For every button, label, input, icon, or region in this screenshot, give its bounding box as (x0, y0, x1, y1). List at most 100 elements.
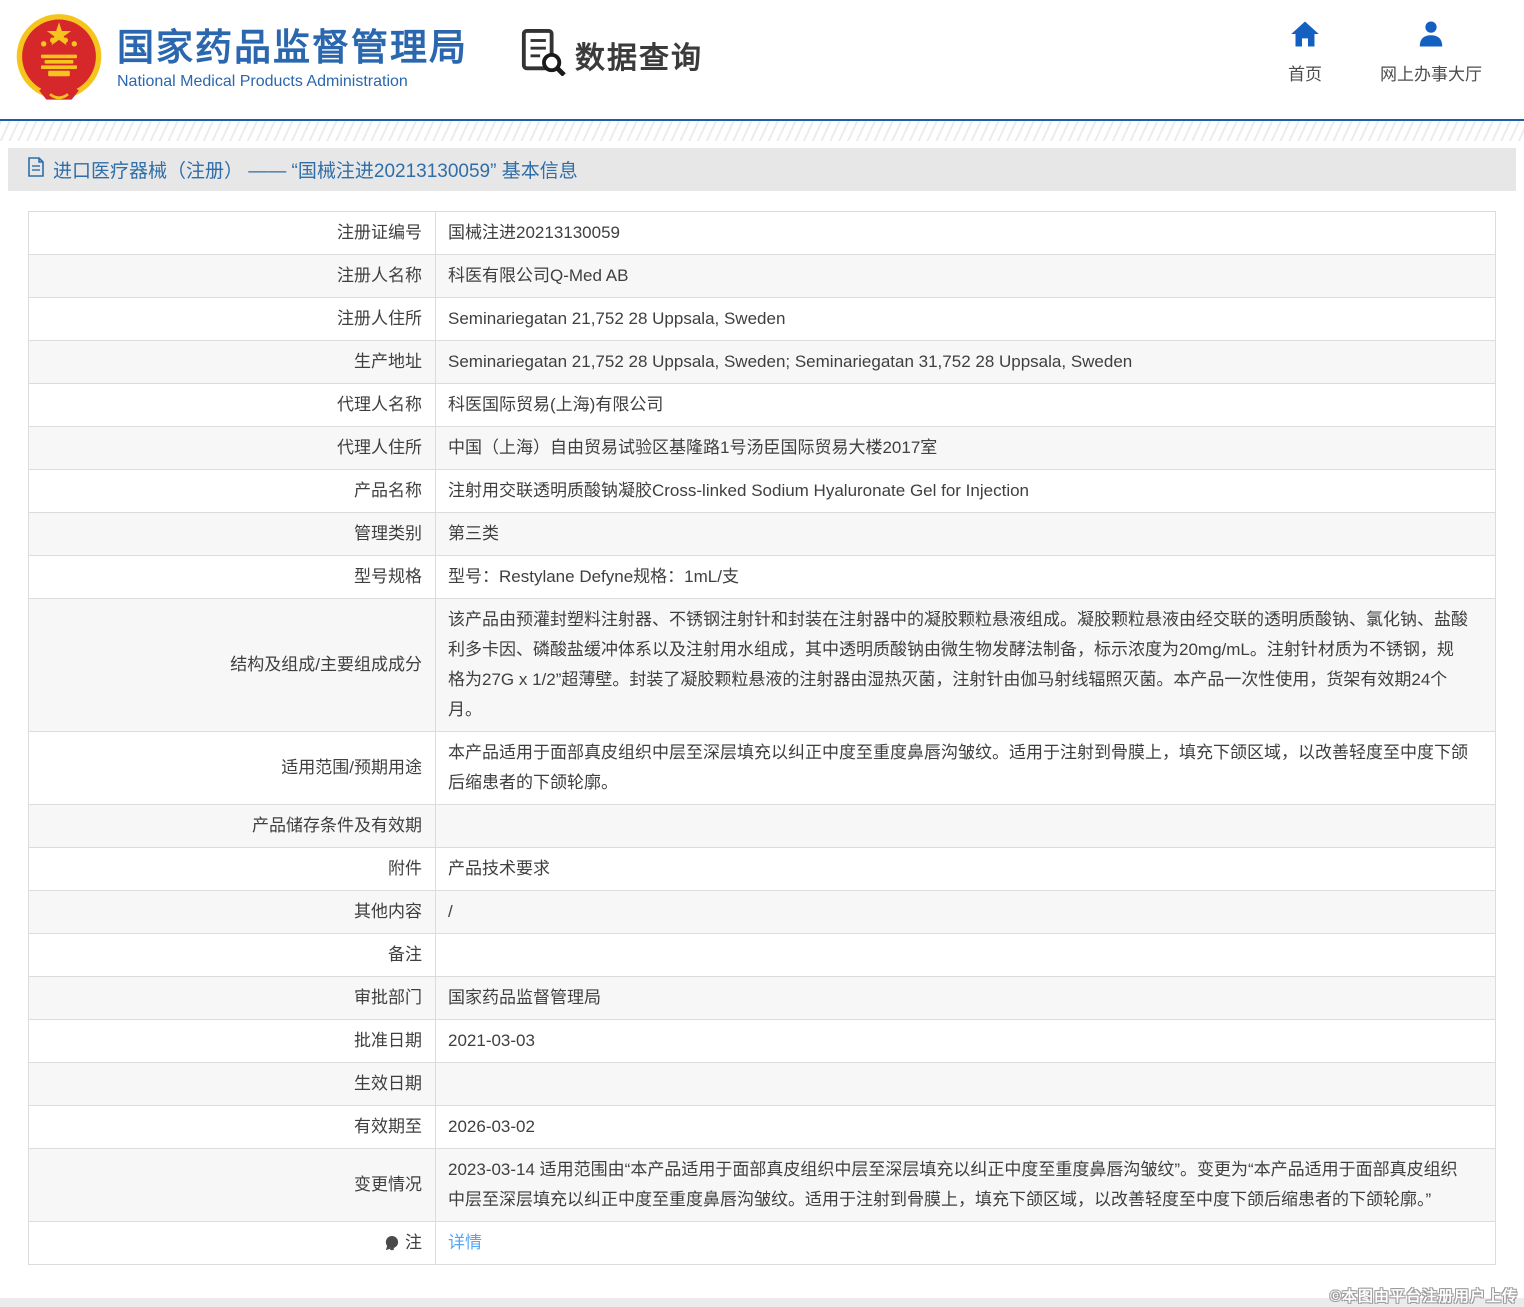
row-label-text: 变更情况 (354, 1170, 422, 1200)
table-row: 注详情 (29, 1221, 1495, 1264)
row-value: 科医有限公司Q-Med AB (436, 255, 1495, 297)
table-row: 管理类别第三类 (29, 512, 1495, 555)
row-label: 生效日期 (29, 1063, 436, 1105)
table-row: 结构及组成/主要组成成分该产品由预灌封塑料注射器、不锈钢注射针和封装在注射器中的… (29, 598, 1495, 731)
row-label-text: 附件 (388, 854, 422, 884)
row-label-text: 备注 (388, 940, 422, 970)
table-row: 代理人住所中国（上海）自由贸易试验区基隆路1号汤臣国际贸易大楼2017室 (29, 426, 1495, 469)
row-value-text: Seminariegatan 21,752 28 Uppsala, Sweden… (448, 347, 1469, 377)
table-row: 有效期至 2026-03-02 (29, 1105, 1495, 1148)
row-value: 科医国际贸易(上海)有限公司 (436, 384, 1495, 426)
page-title-bar: 进口医疗器械（注册） —— “国械注进20213130059” 基本信息 (8, 148, 1516, 191)
national-emblem-logo (14, 11, 104, 109)
row-value: 第三类 (436, 513, 1495, 555)
table-row: 生效日期 (29, 1062, 1495, 1105)
striped-band (0, 121, 1524, 141)
site-header: 国家药品监督管理局 National Medical Products Admi… (0, 0, 1524, 119)
details-link[interactable]: 详情 (448, 1228, 482, 1258)
row-value-text: 产品技术要求 (448, 854, 1469, 884)
row-value: 注射用交联透明质酸钠凝胶Cross-linked Sodium Hyaluron… (436, 470, 1495, 512)
data-query-icon (520, 28, 566, 81)
row-label-text: 管理类别 (354, 519, 422, 549)
table-row: 变更情况 2023-03-14 适用范围由“本产品适用于面部真皮组织中层至深层填充… (29, 1148, 1495, 1221)
page-title: 进口医疗器械（注册） —— “国械注进20213130059” 基本信息 (53, 156, 578, 183)
row-value: 产品技术要求 (436, 848, 1495, 890)
row-value (436, 805, 1495, 847)
row-value: Seminariegatan 21,752 28 Uppsala, Sweden… (436, 341, 1495, 383)
row-label-text: 适用范围/预期用途 (281, 753, 422, 783)
row-value: 2023-03-14 适用范围由“本产品适用于面部真皮组织中层至深层填充以纠正中… (436, 1149, 1495, 1221)
row-value: / (436, 891, 1495, 933)
table-row: 批准日期2021-03-03 (29, 1019, 1495, 1062)
row-label-text: 批准日期 (354, 1026, 422, 1056)
row-label: 代理人名称 (29, 384, 436, 426)
nav-item-service-hall[interactable]: 网上办事大厅 (1380, 20, 1482, 85)
row-label-text: 注 (405, 1228, 422, 1258)
row-label: 生产地址 (29, 341, 436, 383)
nav-item-label: 首页 (1288, 60, 1322, 85)
table-row: 代理人名称科医国际贸易(上海)有限公司 (29, 383, 1495, 426)
row-label: 型号规格 (29, 556, 436, 598)
row-value: 中国（上海）自由贸易试验区基隆路1号汤臣国际贸易大楼2017室 (436, 427, 1495, 469)
bottom-strip (0, 1298, 1524, 1307)
row-label: 批准日期 (29, 1020, 436, 1062)
row-value-text: 本产品适用于面部真皮组织中层至深层填充以纠正中度至重度鼻唇沟皱纹。适用于注射到骨… (448, 738, 1469, 798)
table-row: 注册人名称科医有限公司Q-Med AB (29, 254, 1495, 297)
row-value-text: 2026-03-02 (448, 1112, 1469, 1142)
nav-item-label: 网上办事大厅 (1380, 60, 1482, 85)
row-value-text: 该产品由预灌封塑料注射器、不锈钢注射针和封装在注射器中的凝胶颗粒悬液组成。凝胶颗… (448, 605, 1469, 725)
nav-item-home[interactable]: 首页 (1288, 20, 1322, 85)
table-row: 适用范围/预期用途本产品适用于面部真皮组织中层至深层填充以纠正中度至重度鼻唇沟皱… (29, 731, 1495, 804)
row-value: 型号：Restylane Defyne规格：1mL/支 (436, 556, 1495, 598)
row-label: 变更情况 (29, 1149, 436, 1221)
row-label: 代理人住所 (29, 427, 436, 469)
row-label-text: 代理人住所 (337, 433, 422, 463)
row-label-text: 其他内容 (354, 897, 422, 927)
row-label: 附件 (29, 848, 436, 890)
row-label: 审批部门 (29, 977, 436, 1019)
data-query-title: 数据查询 (575, 33, 703, 77)
row-value-text: 国械注进20213130059 (448, 218, 1469, 248)
document-icon (28, 157, 44, 182)
row-label-text: 产品名称 (354, 476, 422, 506)
row-label-text: 代理人名称 (337, 390, 422, 420)
row-value: 2026-03-02 (436, 1106, 1495, 1148)
table-row: 注册人住所 Seminariegatan 21,752 28 Uppsala, S… (29, 297, 1495, 340)
table-row: 备注 (29, 933, 1495, 976)
row-label: 其他内容 (29, 891, 436, 933)
row-label-text: 注册证编号 (337, 218, 422, 248)
registration-info-table: 注册证编号国械注进20213130059注册人名称科医有限公司Q-Med AB注… (28, 211, 1496, 1265)
row-value: Seminariegatan 21,752 28 Uppsala, Sweden (436, 298, 1495, 340)
row-label-text: 型号规格 (354, 562, 422, 592)
row-label-text: 生产地址 (354, 347, 422, 377)
brand-block: 国家药品监督管理局 National Medical Products Admi… (14, 11, 468, 109)
row-value-text: 型号：Restylane Defyne规格：1mL/支 (448, 562, 1469, 592)
row-label: 结构及组成/主要组成成分 (29, 599, 436, 731)
row-label: 注 (29, 1222, 436, 1264)
table-row: 产品储存条件及有效期 (29, 804, 1495, 847)
row-label-text: 生效日期 (354, 1069, 422, 1099)
home-icon (1290, 20, 1320, 53)
row-label-text: 有效期至 (354, 1112, 422, 1142)
user-icon (1416, 20, 1446, 53)
row-value-text: 第三类 (448, 519, 1469, 549)
row-label: 产品储存条件及有效期 (29, 805, 436, 847)
table-row: 型号规格型号：Restylane Defyne规格：1mL/支 (29, 555, 1495, 598)
row-value-text: Seminariegatan 21,752 28 Uppsala, Sweden (448, 304, 1469, 334)
row-label: 适用范围/预期用途 (29, 732, 436, 804)
row-label-text: 产品储存条件及有效期 (252, 811, 422, 841)
row-label: 注册人住所 (29, 298, 436, 340)
org-names: 国家药品监督管理局 National Medical Products Admi… (117, 28, 468, 92)
row-value-text: 科医有限公司Q-Med AB (448, 261, 1469, 291)
org-name-en: National Medical Products Administration (117, 73, 468, 91)
row-value-text: / (448, 897, 1469, 927)
row-value: 国械注进20213130059 (436, 212, 1495, 254)
row-value-text: 科医国际贸易(上海)有限公司 (448, 390, 1469, 420)
table-row: 审批部门国家药品监督管理局 (29, 976, 1495, 1019)
table-row: 产品名称注射用交联透明质酸钠凝胶Cross-linked Sodium Hyal… (29, 469, 1495, 512)
row-value-text: 2023-03-14 适用范围由“本产品适用于面部真皮组织中层至深层填充以纠正中… (448, 1155, 1469, 1215)
table-row: 生产地址 Seminariegatan 21,752 28 Uppsala, Sw… (29, 340, 1495, 383)
row-label-text: 注册人住所 (337, 304, 422, 334)
row-label: 注册证编号 (29, 212, 436, 254)
table-row: 附件产品技术要求 (29, 847, 1495, 890)
